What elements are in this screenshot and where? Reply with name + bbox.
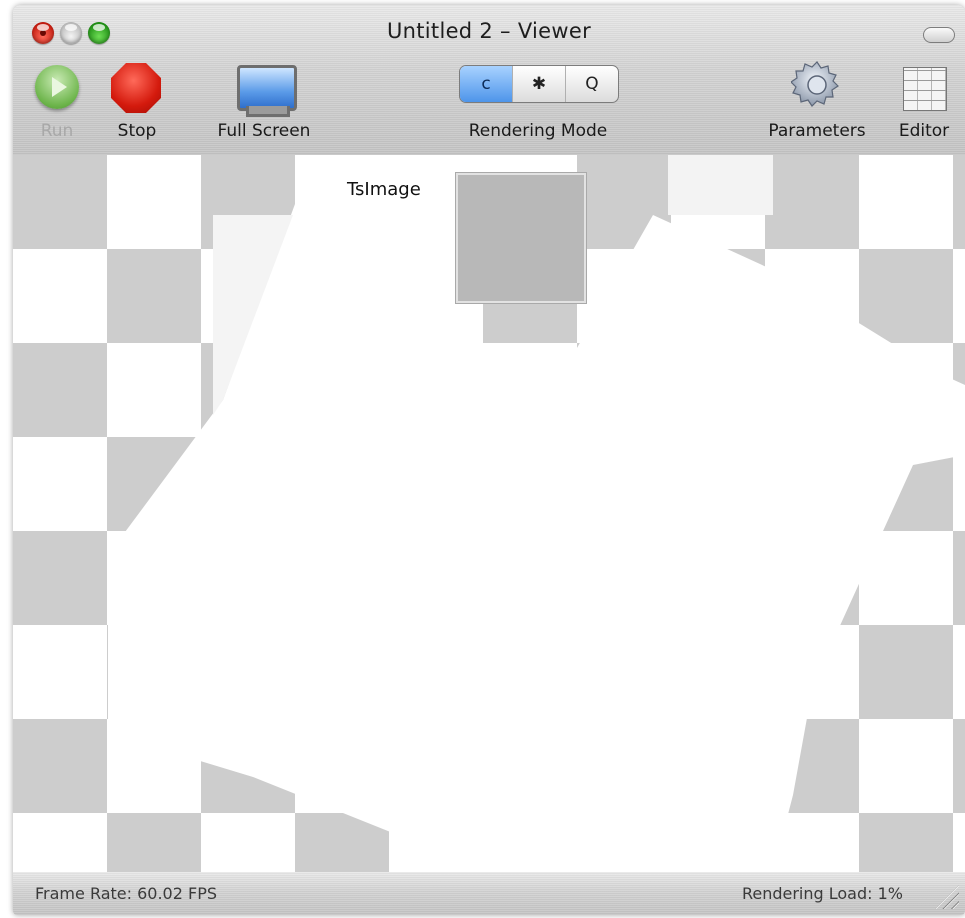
rendering-mode-segmented: c ✱ Q	[459, 65, 619, 103]
viewer-window: Untitled 2 – Viewer Run Stop Full Screen…	[13, 5, 965, 915]
stop-icon	[111, 63, 161, 113]
parameters-label: Parameters	[768, 121, 866, 141]
window-title: Untitled 2 – Viewer	[386, 19, 592, 43]
editor-button[interactable]: Editor	[891, 57, 957, 152]
resize-grip-icon[interactable]	[935, 885, 959, 909]
stop-label: Stop	[117, 121, 157, 141]
bug-icon[interactable]: ✱	[512, 66, 565, 102]
rendering-load-text: Rendering Load: 1%	[741, 884, 903, 903]
full-screen-label: Full Screen	[217, 121, 311, 141]
play-icon	[35, 65, 79, 109]
rendering-mode-control: c ✱ Q Rendering Mode	[459, 57, 619, 152]
run-label: Run	[40, 121, 74, 141]
toolbar-toggle-button[interactable]	[923, 27, 955, 43]
spreadsheet-icon	[903, 67, 947, 111]
render-view[interactable]: TsImage	[13, 155, 965, 872]
full-screen-button[interactable]: Full Screen	[209, 57, 319, 152]
rendering-mode-label: Rendering Mode	[468, 121, 608, 141]
tsimage-preview[interactable]	[456, 173, 586, 303]
magnifier-icon[interactable]: Q	[565, 66, 618, 102]
parameters-button[interactable]: Parameters	[761, 57, 873, 152]
gear-icon	[791, 61, 839, 107]
frame-rate-text: Frame Rate: 60.02 FPS	[35, 884, 217, 903]
tsimage-port-label: TsImage	[343, 179, 425, 200]
stop-button[interactable]: Stop	[101, 57, 173, 152]
editor-label: Editor	[898, 121, 950, 141]
refresh-icon[interactable]: c	[460, 66, 512, 102]
run-button[interactable]: Run	[21, 57, 93, 152]
status-bar: Frame Rate: 60.02 FPS Rendering Load: 1%	[13, 872, 965, 915]
title-toolbar-area: Untitled 2 – Viewer Run Stop Full Screen…	[13, 5, 965, 155]
display-icon	[237, 65, 297, 117]
